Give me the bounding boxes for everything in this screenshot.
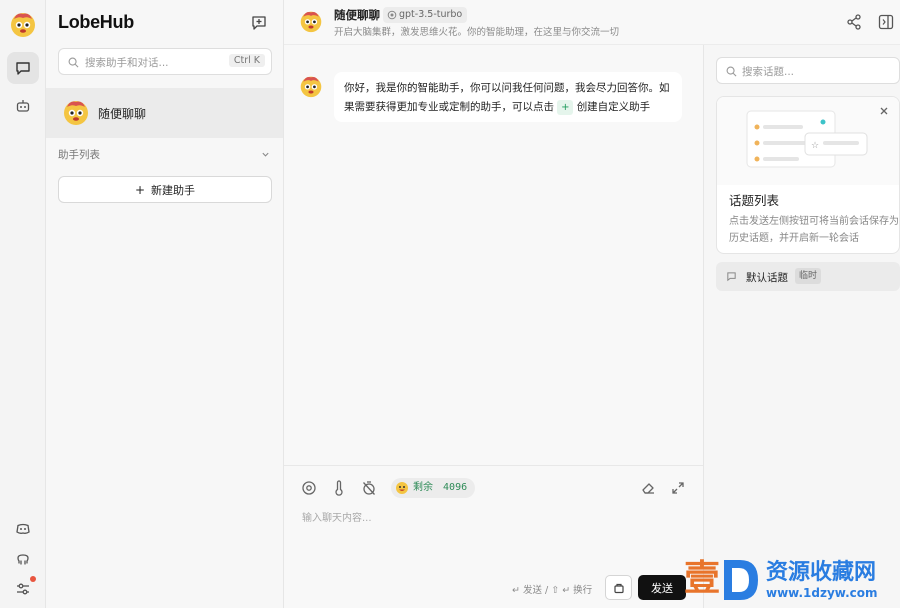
search-shortcut: Ctrl K	[228, 54, 265, 67]
timer-off-icon	[363, 481, 375, 495]
topic-search-input[interactable]: 搜索话题...	[716, 57, 900, 84]
toggle-panel-button[interactable]	[877, 13, 895, 31]
thermometer-icon	[335, 480, 343, 496]
assistant-message: 你好，我是你的智能助手，你可以问我任何问题，我会尽力回答你。如果需要获得更加专业…	[334, 72, 682, 122]
watermark-url: www.1dzyw.com	[766, 586, 878, 600]
github-icon	[17, 554, 29, 565]
share-icon	[847, 14, 861, 30]
search-placeholder: 搜索助手和对话...	[85, 57, 169, 69]
inline-plus-chip: +	[557, 100, 574, 115]
save-topic-button[interactable]	[605, 575, 632, 600]
topic-name: 默认话题	[746, 272, 788, 284]
assistant-list-label: 助手列表	[58, 149, 100, 161]
eraser-icon	[642, 483, 654, 494]
discord-icon	[16, 523, 30, 534]
user-avatar[interactable]	[9, 10, 37, 38]
assistant-avatar	[299, 74, 323, 98]
watermark-d-icon	[724, 560, 758, 600]
notification-dot	[30, 576, 36, 582]
share-button[interactable]	[845, 13, 863, 31]
send-button[interactable]: 发送	[638, 575, 686, 600]
plus-icon: +	[134, 182, 146, 197]
expand-icon	[672, 482, 684, 494]
new-chat-icon	[252, 16, 266, 30]
search-icon	[68, 57, 79, 68]
svg-text:☆: ☆	[811, 141, 819, 151]
chat-nav-button[interactable]	[7, 52, 39, 84]
model-select-button[interactable]	[300, 479, 318, 497]
close-icon	[880, 107, 888, 115]
search-icon	[726, 66, 737, 77]
topic-icon	[727, 272, 736, 282]
session-item-active[interactable]: 随便聊聊	[46, 88, 283, 138]
bot-icon	[16, 100, 30, 112]
model-icon	[387, 10, 397, 20]
session-search-input[interactable]: 搜索助手和对话... Ctrl K	[58, 48, 272, 75]
token-counter[interactable]: 剩余 4096	[391, 478, 476, 498]
chat-input-field[interactable]: 输入聊天内容...	[302, 509, 372, 524]
token-count: 4096	[443, 482, 468, 493]
save-topic-icon	[613, 583, 624, 593]
clear-button[interactable]	[639, 479, 657, 497]
assistant-list-header[interactable]: 助手列表	[58, 147, 272, 161]
watermark-logo-icon: 壹	[684, 558, 721, 598]
topic-guide-card: ☆ 话题列表 点击发送左侧按钮可将当前会话保存为历史话题，并开启新一轮会话	[716, 96, 900, 254]
nav-rail	[0, 0, 46, 608]
brand-logo: LobeHub	[58, 12, 134, 32]
chat-description: 开启大脑集群，激发思维火花。你的智能助理，在这里与你交流一切	[334, 27, 620, 38]
expand-input-button[interactable]	[669, 479, 687, 497]
chat-icon	[16, 62, 30, 75]
create-assistant-button[interactable]: + 新建助手	[58, 176, 272, 203]
chat-header-avatar	[299, 9, 323, 33]
topic-illustration: ☆	[717, 97, 899, 185]
new-chat-button[interactable]	[248, 12, 270, 34]
chat-title: 随便聊聊	[334, 8, 380, 22]
model-tag[interactable]: gpt-3.5-turbo	[383, 7, 468, 23]
settings-button[interactable]	[7, 573, 39, 605]
watermark: 壹 资源收藏网 www.1dzyw.com	[684, 552, 900, 608]
discord-button[interactable]	[7, 513, 39, 545]
temperature-button[interactable]	[330, 479, 348, 497]
model-name: gpt-3.5-turbo	[399, 9, 463, 20]
send-shortcut-hint: ↵ 发送 / ⇧ ↵ 换行	[512, 585, 593, 596]
github-button[interactable]	[7, 543, 39, 575]
session-avatar	[62, 98, 90, 126]
topic-item-default[interactable]: 默认话题 临时	[716, 262, 900, 291]
market-nav-button[interactable]	[7, 90, 39, 122]
chevron-down-icon	[262, 152, 269, 157]
emoji-icon	[396, 482, 408, 494]
temporary-badge: 临时	[795, 268, 822, 284]
sliders-icon	[17, 583, 29, 595]
create-assistant-label: 新建助手	[151, 183, 196, 197]
token-label: 剩余	[413, 482, 433, 493]
topic-card-title: 话题列表	[729, 193, 780, 208]
brain-icon	[302, 481, 316, 495]
watermark-text: 资源收藏网	[766, 560, 877, 585]
topic-card-close-button[interactable]	[877, 104, 891, 118]
history-limit-button[interactable]	[360, 479, 378, 497]
session-name: 随便聊聊	[98, 107, 147, 121]
topic-card-description: 点击发送左侧按钮可将当前会话保存为历史话题，并开启新一轮会话	[729, 216, 899, 244]
topic-search-placeholder: 搜索话题...	[742, 66, 795, 78]
message-text-2: 创建自定义助手	[576, 101, 651, 113]
panel-right-icon	[878, 14, 894, 30]
